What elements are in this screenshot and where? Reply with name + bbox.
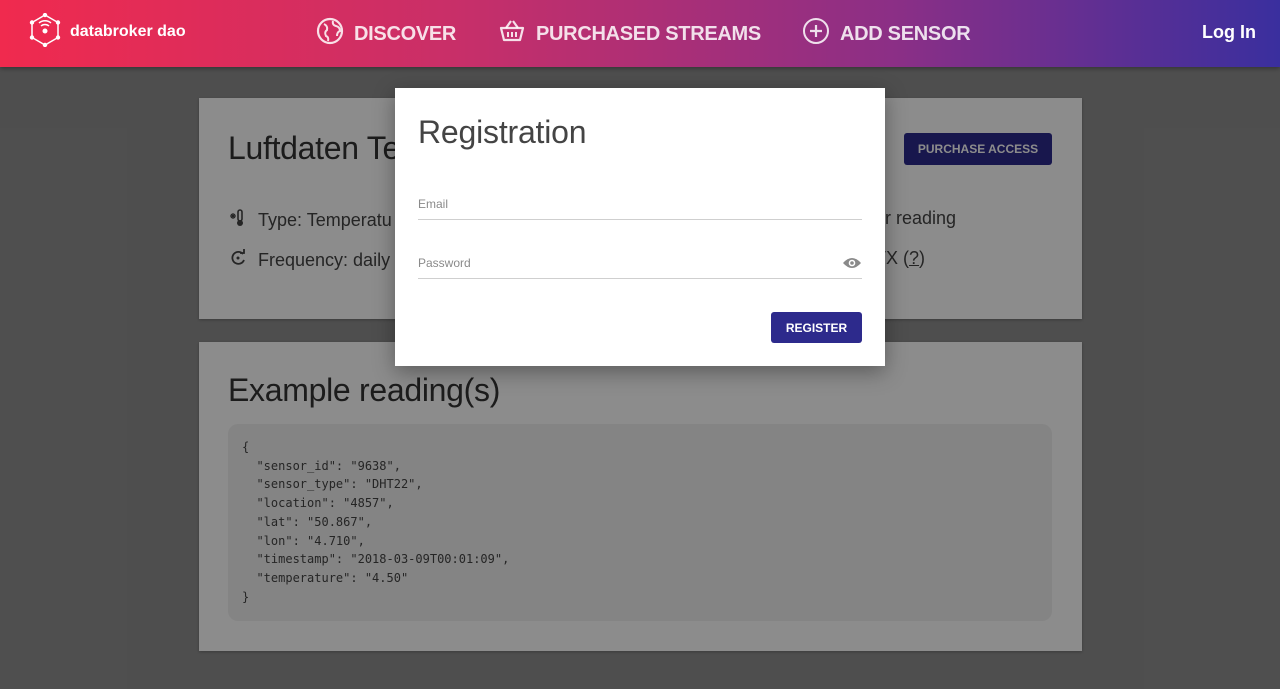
nav-add-sensor-label: ADD SENSOR (840, 22, 971, 45)
modal-title: Registration (418, 114, 587, 150)
top-navbar: databroker dao DISCOVER PURCHASED STREAM… (0, 0, 1280, 67)
databroker-logo-icon (28, 12, 62, 52)
password-field-wrapper (418, 247, 862, 279)
nav-purchased-label: PURCHASED STREAMS (536, 22, 761, 45)
globe-icon (316, 17, 344, 51)
password-field[interactable] (418, 247, 862, 278)
nav-add-sensor[interactable]: ADD SENSOR (802, 16, 971, 52)
register-button[interactable]: REGISTER (771, 312, 862, 343)
nav-purchased-streams[interactable]: PURCHASED STREAMS (498, 16, 761, 52)
eye-icon[interactable] (842, 253, 862, 273)
email-field[interactable] (418, 188, 862, 219)
login-link[interactable]: Log In (1202, 22, 1256, 43)
email-field-wrapper (418, 188, 862, 220)
brand-name: databroker dao (70, 23, 186, 40)
nav-discover[interactable]: DISCOVER (316, 16, 456, 52)
registration-modal: Registration REGISTER (395, 88, 885, 366)
nav-discover-label: DISCOVER (354, 22, 457, 45)
plus-circle-icon (802, 17, 830, 51)
basket-icon (498, 17, 526, 51)
brand-logo-link[interactable]: databroker dao (28, 12, 186, 52)
